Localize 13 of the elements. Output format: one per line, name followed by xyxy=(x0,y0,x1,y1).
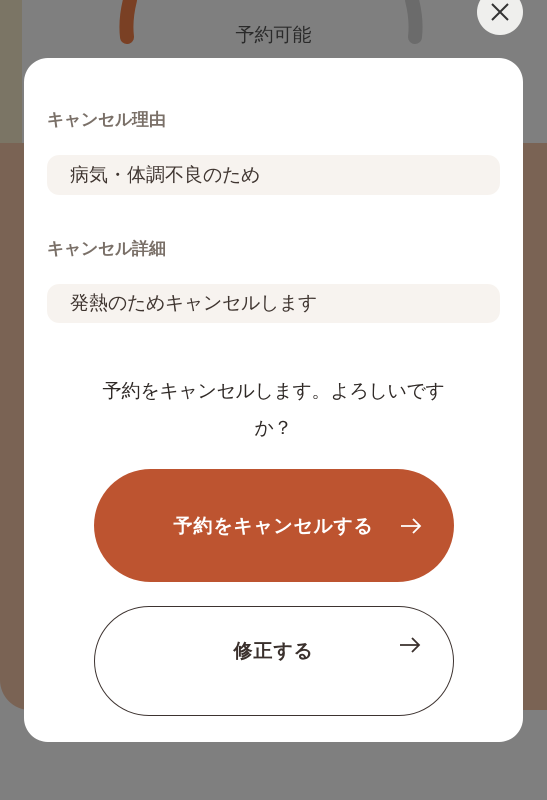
arrow-right-icon xyxy=(398,637,420,653)
input-field[interactable]: 発熱のためキャンセルします xyxy=(47,284,500,323)
availability-status: 予約可能 xyxy=(234,23,312,48)
close-icon xyxy=(490,2,510,22)
gauge-arc xyxy=(117,0,137,44)
input-field[interactable]: 病気・体調不良のため xyxy=(47,155,500,194)
field-label: キャンセル理由 xyxy=(47,109,167,131)
close-button[interactable] xyxy=(477,0,523,35)
field-label: キャンセル詳細 xyxy=(47,238,167,260)
cancel-reservation-button[interactable]: 予約をキャンセルする xyxy=(94,469,454,582)
arrow-right-icon xyxy=(400,518,422,534)
edit-button[interactable]: 修正する xyxy=(94,606,454,716)
confirm-message: 予約をキャンセルします。よろしいですか？ xyxy=(102,379,446,441)
